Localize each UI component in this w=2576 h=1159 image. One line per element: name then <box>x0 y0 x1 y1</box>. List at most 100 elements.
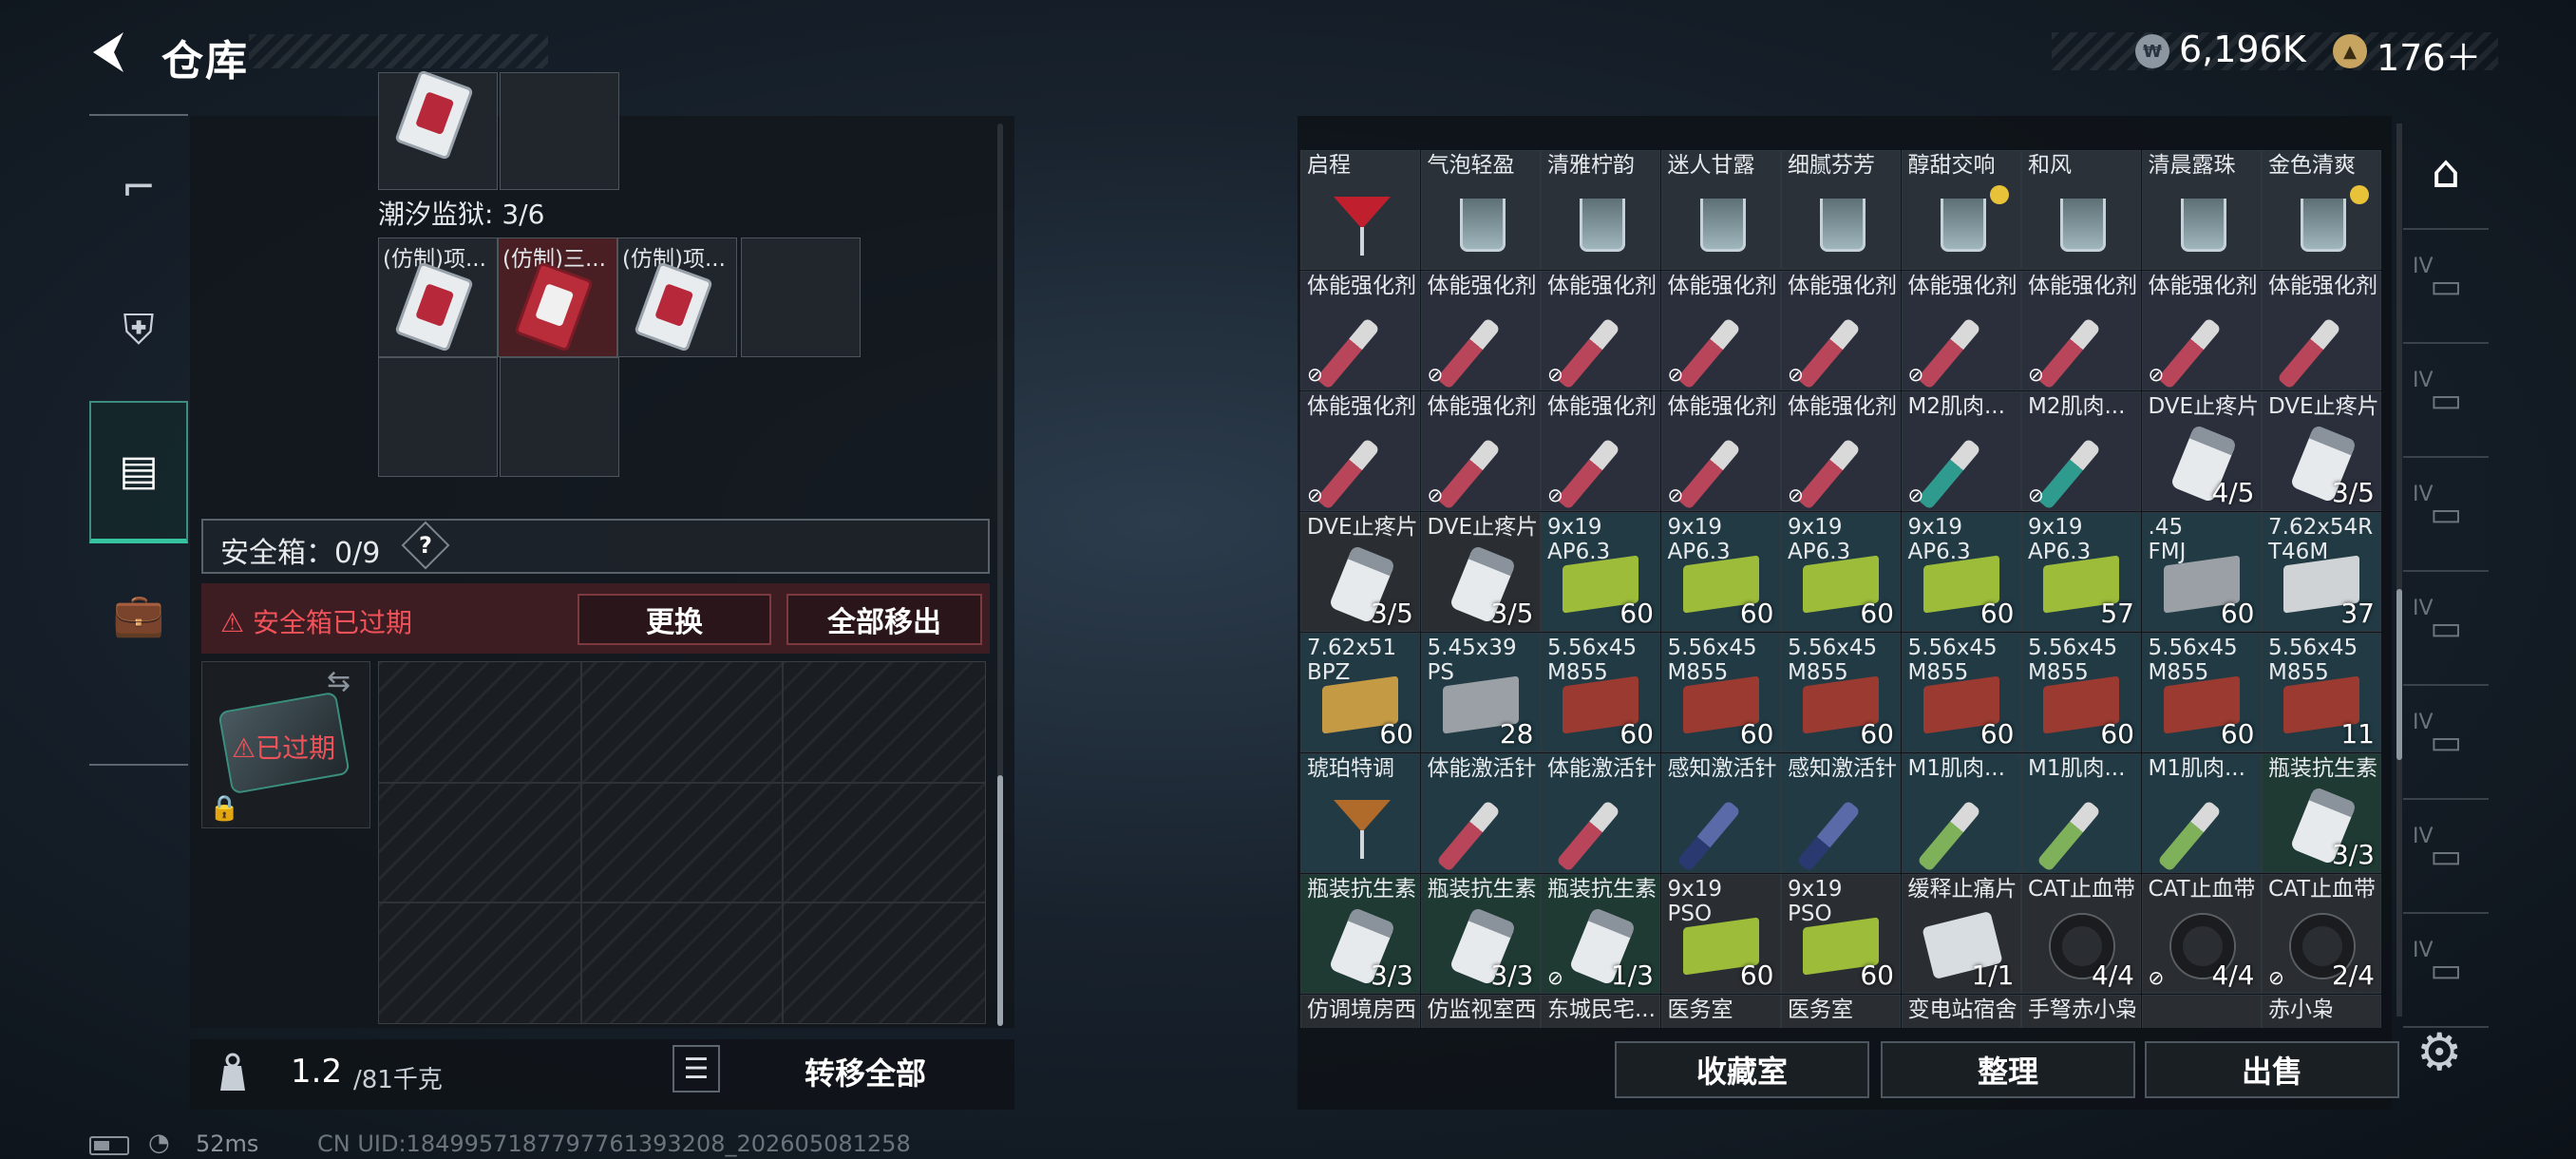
warehouse-tab-icon[interactable]: ▭ IV <box>2403 800 2489 914</box>
warehouse-item[interactable]: 东城民宅... <box>1541 995 1660 1028</box>
sell-button[interactable]: 出售 <box>2145 1041 2399 1098</box>
warehouse-item[interactable]: 琥珀特调 <box>1300 753 1420 873</box>
warehouse-item[interactable]: 5.56x45 M855 60 <box>1901 633 2021 752</box>
warehouse-item[interactable]: 清晨露珠 <box>2141 150 2262 270</box>
transfer-all-button[interactable]: 转移全部 <box>743 1045 988 1098</box>
warehouse-item[interactable]: 体能强化剂 <box>2262 271 2381 390</box>
warehouse-item[interactable]: 细腻芬芳 <box>1781 150 1901 270</box>
warehouse-item[interactable]: 变电站宿舍 <box>1901 995 2021 1028</box>
collection-button[interactable]: 收藏室 <box>1615 1041 1869 1098</box>
warehouse-item[interactable]: CAT止血带 2/4 ⊘ <box>2262 874 2381 994</box>
warehouse-tab-icon[interactable]: ▭ IV <box>2403 572 2489 686</box>
sort-button[interactable]: 整理 <box>1881 1041 2135 1098</box>
warehouse-item[interactable]: DVE止疼片 3/5 <box>2262 391 2381 511</box>
backpack-tab-icon[interactable]: ▤ <box>89 401 188 543</box>
back-arrow-icon[interactable] <box>85 28 133 76</box>
warehouse-item[interactable]: .45 FMJ 60 <box>2141 512 2262 632</box>
warehouse-item[interactable]: DVE止疼片 4/5 <box>2141 391 2262 511</box>
warehouse-item[interactable]: 金色清爽 <box>2262 150 2381 270</box>
warehouse-item[interactable]: M1肌肉... <box>2021 753 2141 873</box>
warehouse-tab-icon[interactable]: ▭ IV <box>2403 458 2489 572</box>
scrollbar-thumb[interactable] <box>997 775 1003 1026</box>
weapon-tab-icon[interactable]: ⌐ <box>89 116 188 258</box>
warehouse-tab-icon[interactable]: ▭ IV <box>2403 686 2489 800</box>
warehouse-item[interactable]: 5.45x39 PS 28 <box>1420 633 1541 752</box>
empty-slot[interactable] <box>500 357 619 477</box>
warehouse-item[interactable]: DVE止疼片 3/5 <box>1300 512 1420 632</box>
warehouse-all-tab-icon[interactable]: ⌂ <box>2403 116 2489 230</box>
warehouse-item[interactable]: 醇甜交响 <box>1901 150 2021 270</box>
warehouse-item[interactable]: 医务室 <box>1781 995 1901 1028</box>
premium-currency-amount[interactable]: 176＋ <box>2377 28 2482 81</box>
warehouse-item[interactable]: 瓶装抗生素 3/3 <box>1300 874 1420 994</box>
warehouse-item[interactable]: 9x19 PSO 60 <box>1660 874 1781 994</box>
warehouse-item[interactable]: CAT止血带 4/4 <box>2021 874 2141 994</box>
warehouse-item[interactable]: M1肌肉... <box>1901 753 2021 873</box>
warehouse-item[interactable]: 7.62x54R T46M 37 <box>2262 512 2381 632</box>
warehouse-item[interactable]: 缓释止痛片 1/1 <box>1901 874 2021 994</box>
warehouse-item[interactable]: 感知激活针 <box>1660 753 1781 873</box>
warehouse-item[interactable]: 体能强化剂 ⊘ <box>1300 271 1420 390</box>
warehouse-item[interactable]: 9x19 PSO 60 <box>1781 874 1901 994</box>
warehouse-item[interactable]: 7.62x51 BPZ 60 <box>1300 633 1420 752</box>
warehouse-item[interactable]: 5.56x45 M855 11 <box>2262 633 2381 752</box>
case-tab-icon[interactable]: 💼 <box>89 543 188 686</box>
warehouse-item[interactable]: 仿监视室西 <box>1420 995 1541 1028</box>
warehouse-item[interactable]: 医务室 <box>1660 995 1781 1028</box>
warehouse-item[interactable]: 体能强化剂 ⊘ <box>1541 391 1660 511</box>
warehouse-item[interactable]: 瓶装抗生素 3/3 <box>2262 753 2381 873</box>
warehouse-tab-icon[interactable]: ▭ IV <box>2403 230 2489 344</box>
warehouse-item[interactable]: 5.56x45 M855 60 <box>2021 633 2141 752</box>
item-slot[interactable] <box>378 69 498 190</box>
container-item[interactable]: (仿制)项... <box>378 238 498 357</box>
warehouse-item[interactable]: 5.56x45 M855 60 <box>1781 633 1901 752</box>
warehouse-item[interactable]: 9x19 AP6.3 57 <box>2021 512 2141 632</box>
move-all-out-button[interactable]: 全部移出 <box>786 594 982 645</box>
warehouse-item[interactable]: 清雅柠韵 <box>1541 150 1660 270</box>
warehouse-item[interactable]: 体能强化剂 ⊘ <box>1541 271 1660 390</box>
safebox-grid[interactable] <box>378 661 986 1024</box>
warehouse-item[interactable]: 9x19 AP6.3 60 <box>1660 512 1781 632</box>
warehouse-item[interactable]: DVE止疼片 3/5 <box>1420 512 1541 632</box>
warehouse-item[interactable]: 体能强化剂 ⊘ <box>1781 271 1901 390</box>
warehouse-item[interactable]: 体能强化剂 ⊘ <box>1300 391 1420 511</box>
warehouse-item[interactable]: 5.56x45 M855 60 <box>2141 633 2262 752</box>
swap-icon[interactable]: ⇆ <box>327 665 350 698</box>
premium-coin-icon[interactable]: ▲ <box>2333 34 2367 68</box>
warehouse-item[interactable]: 体能强化剂 ⊘ <box>1420 391 1541 511</box>
warehouse-item[interactable]: CAT止血带 4/4 ⊘ <box>2141 874 2262 994</box>
empty-slot[interactable] <box>378 357 498 477</box>
warehouse-item[interactable]: 体能强化剂 ⊘ <box>2141 271 2262 390</box>
empty-slot[interactable] <box>500 72 619 190</box>
warehouse-item[interactable]: 仿调境房西 <box>1300 995 1420 1028</box>
warehouse-item[interactable]: 体能强化剂 ⊘ <box>1781 391 1901 511</box>
warehouse-item[interactable]: 感知激活针 <box>1781 753 1901 873</box>
warehouse-item[interactable]: M2肌肉... ⊘ <box>2021 391 2141 511</box>
warehouse-item[interactable]: 5.56x45 M855 60 <box>1541 633 1660 752</box>
warehouse-item[interactable]: 体能强化剂 ⊘ <box>1660 271 1781 390</box>
scrollbar-thumb[interactable] <box>2396 589 2402 760</box>
warehouse-item[interactable]: 5.56x45 M855 60 <box>1660 633 1781 752</box>
warehouse-item[interactable]: 启程 <box>1300 150 1420 270</box>
warehouse-item[interactable]: 体能强化剂 ⊘ <box>1420 271 1541 390</box>
warehouse-tab-icon[interactable]: ▭ IV <box>2403 914 2489 1028</box>
gear-icon[interactable]: ⚙ <box>2416 1022 2462 1082</box>
warehouse-item[interactable]: 手弩赤小枭 <box>2021 995 2141 1028</box>
warehouse-item[interactable]: 瓶装抗生素 1/3 ⊘ <box>1541 874 1660 994</box>
container-item[interactable]: (仿制)三... <box>498 238 617 357</box>
warehouse-item[interactable]: 9x19 AP6.3 60 <box>1541 512 1660 632</box>
warehouse-item[interactable]: 赤小枭 <box>2262 995 2381 1028</box>
warehouse-item[interactable]: 瓶装抗生素 3/3 <box>1420 874 1541 994</box>
warehouse-item[interactable]: 体能强化剂 ⊘ <box>1901 271 2021 390</box>
replace-button[interactable]: 更换 <box>578 594 771 645</box>
warehouse-item[interactable]: 体能激活针 <box>1541 753 1660 873</box>
empty-slot[interactable] <box>741 238 861 357</box>
warehouse-item[interactable] <box>2141 995 2262 1028</box>
warehouse-item[interactable]: 体能强化剂 ⊘ <box>1660 391 1781 511</box>
container-item[interactable]: (仿制)项... <box>617 238 737 357</box>
warehouse-item[interactable]: 体能强化剂 ⊘ <box>2021 271 2141 390</box>
warehouse-tab-icon[interactable]: ▭ IV <box>2403 344 2489 458</box>
warehouse-item[interactable]: 9x19 AP6.3 60 <box>1901 512 2021 632</box>
warehouse-item[interactable]: M1肌肉... <box>2141 753 2262 873</box>
warehouse-item[interactable]: 迷人甘露 <box>1660 150 1781 270</box>
